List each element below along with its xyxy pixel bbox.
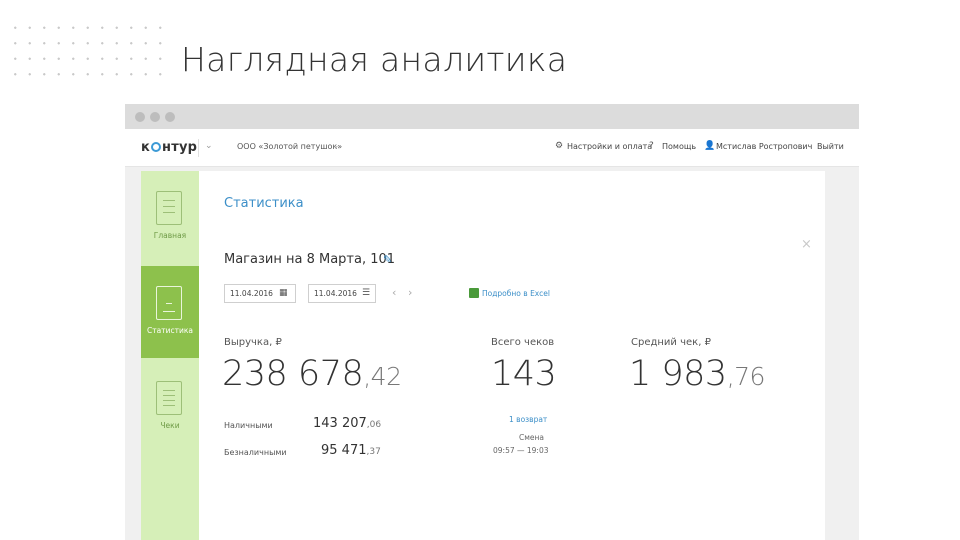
presentation-slide: Наглядная аналитика к нтур ⌄ ООО «Золотой… xyxy=(0,0,960,540)
logo-ring-icon xyxy=(151,142,162,152)
header-divider xyxy=(198,139,199,157)
kontur-logo[interactable]: к нтур xyxy=(141,140,197,155)
window-minimize-dot-icon[interactable] xyxy=(150,112,160,122)
sidebar-item-home[interactable]: Главная xyxy=(141,171,199,263)
pencil-edit-icon[interactable]: ✎ xyxy=(383,253,392,266)
stats-chart-icon xyxy=(156,286,182,320)
sidebar-item-label: Статистика xyxy=(147,326,193,335)
decorative-dot-grid xyxy=(8,20,168,76)
sidebar-item-label: Чеки xyxy=(160,421,180,430)
checks-label: Всего чеков xyxy=(491,337,555,348)
logo-text-left: к xyxy=(141,140,151,155)
cash-label: Наличными xyxy=(224,421,273,430)
shift-label: Смена xyxy=(519,433,545,442)
revenue-value: 238 678,42 xyxy=(222,354,402,394)
store-name: Магазин на 8 Марта, 101 xyxy=(224,252,396,267)
window-titlebar xyxy=(125,104,859,129)
settings-link[interactable]: Настройки и оплата xyxy=(567,142,652,151)
calendar-icon[interactable]: ▦ xyxy=(279,288,288,298)
cash-value: 143 207,06 xyxy=(313,416,382,431)
excel-export-link[interactable]: Подробно в Excel xyxy=(482,289,550,298)
home-doc-icon xyxy=(156,191,182,225)
sidebar-item-statistics[interactable]: Статистика xyxy=(141,266,199,358)
window-close-dot-icon[interactable] xyxy=(135,112,145,122)
excel-icon[interactable] xyxy=(469,288,479,298)
chevron-down-icon[interactable]: ⌄ xyxy=(205,141,213,151)
page-title: Статистика xyxy=(224,196,304,211)
sidebar-item-receipts[interactable]: Чеки xyxy=(141,361,199,453)
sidebar: Главная Статистика Чеки xyxy=(141,171,199,540)
cashless-value: 95 471,37 xyxy=(321,443,381,458)
org-selector[interactable]: ООО «Золотой петушок» xyxy=(237,142,342,151)
org-chevron-down-icon[interactable]: ⌄ xyxy=(332,141,340,151)
prev-period-icon[interactable]: ‹ xyxy=(392,286,396,299)
main-content: Статистика × Магазин на 8 Марта, 101 ✎ 1… xyxy=(199,171,825,540)
sidebar-item-label: Главная xyxy=(153,231,187,240)
logo-text-right: нтур xyxy=(162,140,198,155)
logout-link[interactable]: Выйти xyxy=(817,142,844,151)
avg-check-label: Средний чек, ₽ xyxy=(631,337,711,348)
shift-time: 09:57 — 19:03 xyxy=(493,446,549,455)
close-icon[interactable]: × xyxy=(801,237,812,252)
app-header: к нтур ⌄ ООО «Золотой петушок» ⌄ ⚙ Настро… xyxy=(125,129,859,167)
calendar-icon[interactable]: ☰ xyxy=(362,288,370,298)
help-link[interactable]: Помощь xyxy=(662,142,696,151)
next-period-icon[interactable]: › xyxy=(408,286,412,299)
gear-icon[interactable]: ⚙ xyxy=(555,141,563,151)
revenue-label: Выручка, ₽ xyxy=(224,337,282,348)
user-icon: 👤 xyxy=(704,141,716,151)
returns-link[interactable]: 1 возврат xyxy=(509,415,547,424)
receipt-icon xyxy=(156,381,182,415)
slide-title: Наглядная аналитика xyxy=(181,40,568,79)
cashless-label: Безналичными xyxy=(224,448,287,457)
avg-check-value: 1 983,76 xyxy=(629,354,765,394)
window-maximize-dot-icon[interactable] xyxy=(165,112,175,122)
window-scroll-gutter xyxy=(825,171,859,540)
browser-window: к нтур ⌄ ООО «Золотой петушок» ⌄ ⚙ Настро… xyxy=(125,104,859,540)
help-icon[interactable]: ? xyxy=(649,141,654,151)
checks-value: 143 xyxy=(491,354,557,394)
user-name-link[interactable]: Мстислав Ростропович xyxy=(716,142,812,151)
